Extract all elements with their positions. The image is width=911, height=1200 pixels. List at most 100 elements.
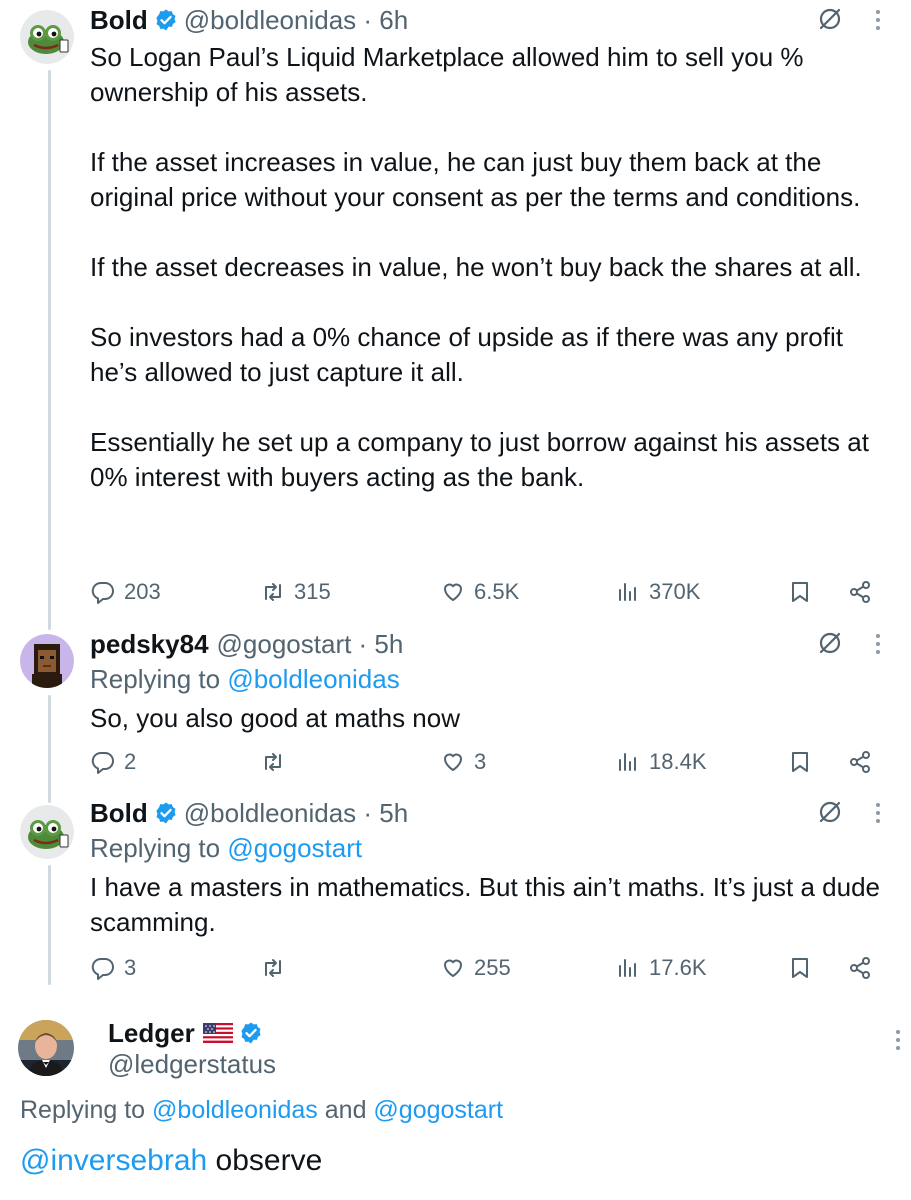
frog-avatar-image [20,805,74,859]
tweet-body: I have a masters in mathematics. But thi… [90,870,891,940]
views-count: 370K [649,579,701,604]
like-button[interactable]: 3 [440,745,486,779]
us-flag-icon [202,1023,233,1043]
grok-icon[interactable] [817,799,843,825]
tweet-header: Bold @boldleonidas · 5h [90,795,891,831]
like-count: 6.5K [474,579,520,604]
main-tweet-body: @inversebrah observe [20,1141,322,1181]
views-button[interactable]: 18.4K [615,745,707,779]
tweet-paragraph: If the asset decreases in value, he won’… [90,252,862,282]
tweet-actions: 3 255 17.6K [90,951,890,985]
more-icon[interactable] [873,799,883,827]
views-icon [619,753,636,771]
more-icon[interactable] [873,630,883,658]
views-icon [619,583,636,601]
tweet-item[interactable]: Bold @boldleonidas · 6h So Logan Paul’s … [0,0,911,620]
mention-link[interactable]: @boldleonidas [227,664,399,694]
avatar[interactable] [20,634,74,688]
grok-icon[interactable] [817,6,843,32]
reply-icon [91,581,114,604]
retweet-button[interactable] [260,745,294,779]
share-button[interactable] [847,951,873,985]
share-icon [850,957,870,979]
profile-photo-avatar-image [18,1020,74,1076]
tweet-paragraph: So investors had a 0% chance of upside a… [90,322,843,387]
share-button[interactable] [847,575,873,609]
reply-count: 203 [124,579,161,604]
verified-badge-icon [239,1021,263,1045]
avatar[interactable] [20,805,74,859]
mention-link[interactable]: @gogostart [373,1096,503,1124]
handle-and-time[interactable]: @gogostart · 5h [217,626,404,662]
bookmark-button[interactable] [787,575,813,609]
bookmark-button[interactable] [787,745,813,779]
tweet-paragraph: I have a masters in mathematics. But thi… [90,872,880,937]
tweet-header: pedsky84 @gogostart · 5h [90,626,891,662]
views-icon [619,959,636,977]
like-count: 255 [474,955,511,980]
reply-button[interactable]: 203 [90,575,161,609]
mention-link[interactable]: @gogostart [227,833,362,863]
share-icon [850,751,870,773]
handle[interactable]: @ledgerstatus [108,1048,276,1080]
replying-prefix: Replying to [20,1096,153,1124]
reply-button[interactable]: 2 [90,745,136,779]
replying-prefix: Replying to [90,833,228,863]
verified-badge-icon [154,801,178,825]
more-icon[interactable] [873,6,883,34]
handle-and-time[interactable]: @boldleonidas · 5h [184,795,408,831]
reply-count: 2 [124,749,137,774]
tweet-item[interactable]: Bold @boldleonidas · 5h Replying to @gog… [0,793,911,993]
retweet-button[interactable] [260,951,294,985]
display-name[interactable]: Bold [90,795,148,831]
tweet-actions: 203 315 6.5K 370K [90,575,890,609]
bookmark-icon [792,752,808,772]
replying-prefix: Replying to [90,664,228,694]
views-button[interactable]: 17.6K [615,951,707,985]
reply-count: 3 [124,955,137,980]
pixel-art-avatar-image [20,634,74,688]
like-button[interactable]: 6.5K [440,575,519,609]
mention-link[interactable]: @inversebrah [20,1144,207,1177]
tweet-item[interactable]: pedsky84 @gogostart · 5h Replying to @bo… [0,622,911,792]
bookmark-button[interactable] [787,951,813,985]
retweet-icon [265,753,281,771]
tweet-paragraph: If the asset increases in value, he can … [90,147,861,212]
avatar[interactable] [18,1020,74,1076]
body-text: observe [207,1144,323,1177]
views-count: 17.6K [649,955,707,980]
display-name[interactable]: Ledger [108,1018,195,1049]
like-button[interactable]: 255 [440,951,511,985]
tweet-paragraph: Essentially he set up a company to just … [90,427,869,492]
share-button[interactable] [847,745,873,779]
tweet-actions: 2 3 18.4K [90,745,890,779]
retweet-count: 315 [294,579,331,604]
handle-and-time[interactable]: @boldleonidas · 6h [184,2,408,38]
main-tweet-header: Ledger [108,1015,269,1051]
display-name[interactable]: pedsky84 [90,626,209,662]
retweet-icon [265,959,281,977]
like-count: 3 [474,749,487,774]
reply-button[interactable]: 3 [90,951,136,985]
bookmark-icon [792,582,808,602]
views-count: 18.4K [649,749,707,774]
replying-to-line: Replying to @boldleonidas [90,662,891,697]
retweet-button[interactable]: 315 [260,575,331,609]
replying-and: and [317,1096,374,1124]
retweet-icon [265,583,281,601]
heart-icon [444,753,462,771]
mention-link[interactable]: @boldleonidas [152,1096,318,1124]
reply-icon [91,751,114,774]
reply-icon [91,957,114,980]
tweet-paragraph: So Logan Paul’s Liquid Marketplace allow… [90,42,804,107]
tweet-body: So Logan Paul’s Liquid Marketplace allow… [90,40,891,495]
more-icon[interactable] [893,1026,903,1054]
bookmark-icon [792,958,808,978]
heart-icon [444,583,462,601]
replying-to-line: Replying to @boldleonidas and @gogostart [20,1093,503,1127]
display-name[interactable]: Bold [90,2,148,38]
views-button[interactable]: 370K [615,575,700,609]
tweet-header: Bold @boldleonidas · 6h [90,2,891,38]
grok-icon[interactable] [817,630,843,656]
avatar[interactable] [20,10,74,64]
